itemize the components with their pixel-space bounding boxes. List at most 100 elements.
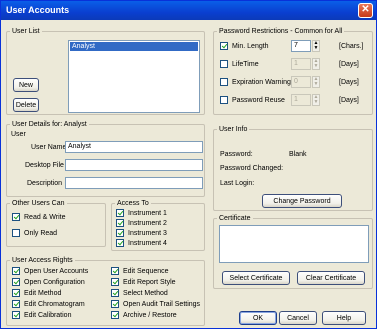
select-certificate-button[interactable]: Select Certificate [222, 271, 290, 285]
checkbox-unchecked-icon[interactable] [220, 78, 228, 86]
window-title: User Accounts [6, 5, 70, 15]
certificate-group: Certificate Select Certificate Clear Cer… [213, 214, 373, 289]
checkbox-checked-icon[interactable] [220, 42, 228, 50]
checkbox-password-reuse[interactable]: Password Reuse [220, 96, 285, 104]
checkbox-archive-restore[interactable]: Archive / Restore [111, 311, 177, 319]
checkbox-label: Select Method [123, 289, 168, 297]
checkbox-instrument-4[interactable]: Instrument 4 [116, 239, 167, 247]
checkbox-checked-icon[interactable] [12, 289, 20, 297]
checkbox-label: Open Configuration [24, 278, 85, 286]
user-info-legend: User Info [217, 125, 250, 134]
password-restrictions-legend: Password Restrictions - Common for All [217, 27, 345, 36]
checkbox-checked-icon[interactable] [111, 289, 119, 297]
spinner-arrows-icon[interactable]: ▲ ▼ [312, 40, 320, 52]
checkbox-checked-icon[interactable] [12, 267, 20, 275]
checkbox-instrument-3[interactable]: Instrument 3 [116, 229, 167, 237]
checkbox-unchecked-icon[interactable] [12, 229, 20, 237]
new-user-button[interactable]: New [13, 78, 39, 92]
checkbox-checked-icon[interactable] [116, 239, 124, 247]
checkbox-label: Edit Chromatogram [24, 300, 85, 308]
value-field-expiration-warning[interactable]: 0 [291, 76, 311, 88]
checkbox-edit-report-style[interactable]: Edit Report Style [111, 278, 176, 286]
password-value: Blank [289, 151, 307, 158]
user-name-field[interactable]: Analyst [65, 141, 203, 153]
description-field[interactable] [65, 177, 203, 189]
password-restrictions-group: Password Restrictions - Common for All M… [213, 27, 373, 115]
checkbox-open-audit-trail-settings[interactable]: Open Audit Trail Settings [111, 300, 200, 308]
password-changed-label: Password Changed: [220, 165, 284, 172]
checkbox-checked-icon[interactable] [111, 311, 119, 319]
checkbox-edit-chromatogram[interactable]: Edit Chromatogram [12, 300, 85, 308]
user-list-item[interactable]: Analyst [70, 42, 198, 51]
unit-label: [Chars.] [339, 43, 364, 50]
other-users-group: Other Users Can Read & Write Only Read [6, 199, 106, 247]
checkbox-edit-sequence[interactable]: Edit Sequence [111, 267, 169, 275]
certificate-display [219, 225, 369, 263]
user-name-label: User Name [31, 144, 67, 151]
other-users-legend: Other Users Can [10, 199, 67, 208]
checkbox-checked-icon[interactable] [12, 278, 20, 286]
desktop-file-label: Desktop File [25, 162, 64, 169]
checkbox-checked-icon[interactable] [116, 229, 124, 237]
checkbox-unchecked-icon[interactable] [220, 96, 228, 104]
user-info-group: User Info Password: Blank Password Chang… [213, 125, 373, 211]
spinner-arrows-icon[interactable]: ▲ ▼ [312, 76, 320, 88]
checkbox-select-method[interactable]: Select Method [111, 289, 168, 297]
value-field-lifetime[interactable]: 1 [291, 58, 311, 70]
last-login-label: Last Login: [220, 180, 255, 187]
help-button[interactable]: Help [322, 311, 366, 325]
unit-label: [Days] [339, 79, 359, 86]
spinner-arrows-icon[interactable]: ▲ ▼ [312, 94, 320, 106]
change-password-button[interactable]: Change Password [262, 194, 342, 208]
checkbox-checked-icon[interactable] [111, 300, 119, 308]
user-subgroup-label: User [11, 131, 26, 138]
unit-label: [Days] [339, 97, 359, 104]
checkbox-label: Min. Length [232, 42, 269, 50]
checkbox-expiration-warning[interactable]: Expiration Warning [220, 78, 291, 86]
value-field-password-reuse[interactable]: 1 [291, 94, 311, 106]
checkbox-label: Only Read [24, 229, 58, 237]
checkbox-edit-method[interactable]: Edit Method [12, 289, 61, 297]
checkbox-checked-icon[interactable] [12, 300, 20, 308]
checkbox-open-configuration[interactable]: Open Configuration [12, 278, 85, 286]
checkbox-checked-icon[interactable] [111, 278, 119, 286]
checkbox-instrument-2[interactable]: Instrument 2 [116, 219, 167, 227]
checkbox-checked-icon[interactable] [12, 213, 20, 221]
checkbox-read-write[interactable]: Read & Write [12, 213, 66, 221]
user-access-rights-legend: User Access Rights [10, 256, 75, 265]
password-label: Password: [220, 151, 253, 158]
checkbox-only-read[interactable]: Only Read [12, 229, 57, 237]
user-list-legend: User List [10, 27, 42, 36]
ok-button[interactable]: OK [239, 311, 277, 325]
checkbox-instrument-1[interactable]: Instrument 1 [116, 209, 167, 217]
checkbox-label: Instrument 2 [128, 219, 167, 227]
checkbox-label: Expiration Warning [232, 78, 291, 86]
checkbox-label: Instrument 3 [128, 229, 167, 237]
checkbox-label: Open Audit Trail Settings [123, 300, 201, 308]
access-to-group: Access To Instrument 1 Instrument 2 Instru… [111, 199, 205, 251]
value-field-min-length[interactable]: 7 [291, 40, 311, 52]
checkbox-edit-calibration[interactable]: Edit Calibration [12, 311, 71, 319]
checkbox-label: Edit Sequence [123, 267, 169, 275]
checkbox-min-length[interactable]: Min. Length [220, 42, 269, 50]
user-listbox[interactable]: Analyst [68, 40, 200, 113]
close-icon[interactable]: ✕ [358, 3, 373, 18]
clear-certificate-button[interactable]: Clear Certificate [297, 271, 365, 285]
checkbox-lifetime[interactable]: LifeTime [220, 60, 259, 68]
description-label: Description [27, 180, 63, 187]
checkbox-label: Edit Report Style [123, 278, 176, 286]
cancel-button[interactable]: Cancel [279, 311, 317, 325]
spinner-arrows-icon[interactable]: ▲ ▼ [312, 58, 320, 70]
checkbox-label: Instrument 1 [128, 209, 167, 217]
checkbox-label: LifeTime [232, 60, 259, 68]
desktop-file-field[interactable] [65, 159, 203, 171]
checkbox-unchecked-icon[interactable] [220, 60, 228, 68]
checkbox-checked-icon[interactable] [116, 209, 124, 217]
delete-user-button[interactable]: Delete [13, 98, 39, 112]
user-list-group: User List Analyst New Delete [6, 27, 205, 115]
checkbox-checked-icon[interactable] [111, 267, 119, 275]
checkbox-checked-icon[interactable] [116, 219, 124, 227]
checkbox-open-user-accounts[interactable]: Open User Accounts [12, 267, 88, 275]
certificate-legend: Certificate [217, 214, 253, 223]
checkbox-checked-icon[interactable] [12, 311, 20, 319]
